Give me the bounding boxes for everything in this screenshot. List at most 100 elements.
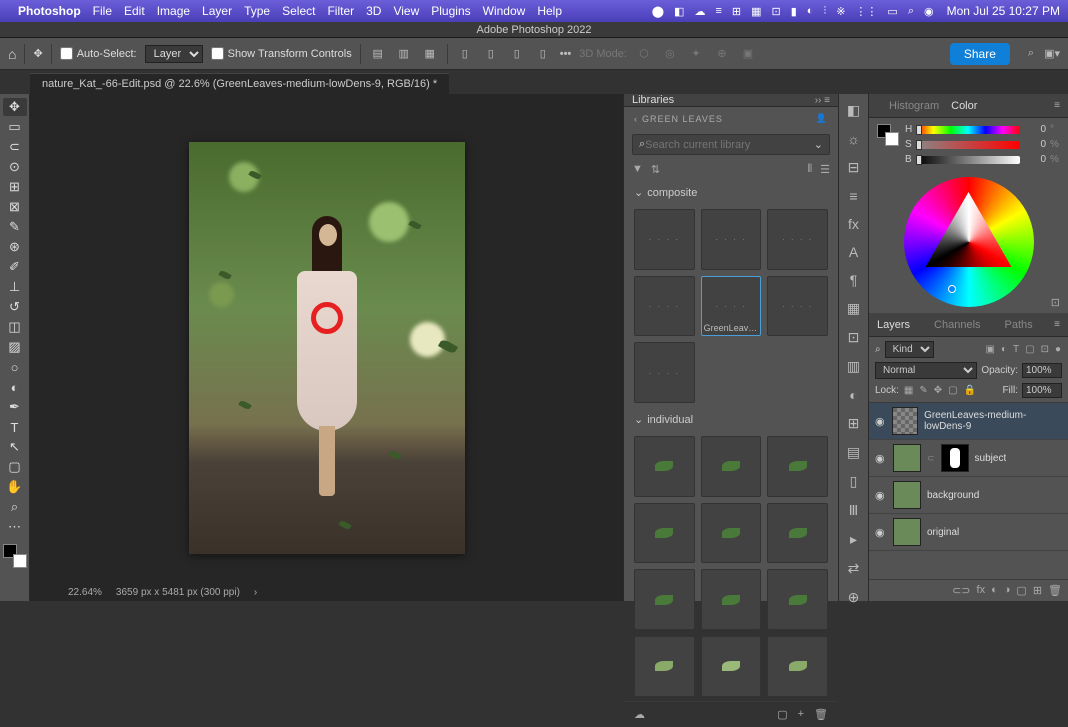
wifi-icon[interactable]: ⋮⋮ <box>855 5 877 18</box>
zoom-tool[interactable]: ⌕ <box>3 498 27 516</box>
library-item[interactable] <box>701 636 762 697</box>
library-item[interactable] <box>701 436 762 497</box>
layer-row[interactable]: ◉ original <box>869 514 1068 551</box>
crop-tool[interactable]: ⊞ <box>3 178 27 196</box>
layer-thumb[interactable] <box>893 481 921 509</box>
align-right-icon[interactable]: ▦ <box>422 46 438 62</box>
lock-all-icon[interactable]: 🔒 <box>964 385 976 396</box>
layer-thumb[interactable] <box>892 407 918 435</box>
panel-menu-icon[interactable]: ≡ <box>1054 319 1060 330</box>
panel-icon[interactable]: ☼ <box>847 131 860 147</box>
blend-mode-dropdown[interactable]: Normal <box>875 362 977 379</box>
libraries-breadcrumb[interactable]: ‹ GREEN LEAVES 👤 <box>624 107 838 130</box>
menu-file[interactable]: File <box>93 4 112 18</box>
filter-icon[interactable]: ▼ <box>632 163 643 176</box>
control-center-icon[interactable]: ◉ <box>924 5 934 18</box>
lock-artboard-icon[interactable]: ▢ <box>948 385 957 396</box>
library-item[interactable] <box>634 209 695 270</box>
library-item[interactable] <box>767 569 828 630</box>
visibility-icon[interactable]: ◉ <box>875 489 887 502</box>
distribute-icon[interactable]: ▯ <box>457 46 473 62</box>
panel-icon[interactable]: ¶ <box>850 272 858 288</box>
hand-tool[interactable]: ✋ <box>3 478 27 496</box>
zoom-level[interactable]: 22.64% <box>68 587 102 598</box>
layer-filter-dropdown[interactable]: Kind <box>885 341 934 358</box>
cloud-icon[interactable]: ☁ <box>634 708 645 721</box>
shape-tool[interactable]: ▢ <box>3 458 27 476</box>
gradient-tool[interactable]: ▨ <box>3 338 27 356</box>
tab-layers[interactable]: Layers <box>877 319 910 331</box>
visibility-icon[interactable]: ◉ <box>875 526 887 539</box>
status-icon[interactable]: ⬤ <box>652 5 664 18</box>
clone-tool[interactable]: ⊥ <box>3 278 27 296</box>
group-composite-header[interactable]: ⌄composite <box>624 180 838 205</box>
more-icon[interactable]: ••• <box>560 48 572 60</box>
library-item[interactable] <box>634 436 695 497</box>
tab-libraries[interactable]: Libraries <box>632 94 674 106</box>
visibility-icon[interactable]: ◉ <box>875 452 887 465</box>
group-icon[interactable]: ▢ <box>1016 584 1026 597</box>
share-button[interactable]: Share <box>950 43 1010 65</box>
status-icon[interactable]: ⌕ <box>908 5 914 18</box>
menu-type[interactable]: Type <box>244 4 270 18</box>
marquee-tool[interactable]: ▭ <box>3 118 27 136</box>
add-icon[interactable]: + <box>798 708 804 721</box>
library-item[interactable] <box>767 436 828 497</box>
library-item[interactable]: GreenLeaves-... <box>701 276 762 337</box>
menu-edit[interactable]: Edit <box>124 4 145 18</box>
frame-tool[interactable]: ⊠ <box>3 198 27 216</box>
status-icon[interactable]: ≡ <box>715 5 721 17</box>
trash-icon[interactable]: 🗑 <box>814 708 828 721</box>
tab-histogram[interactable]: Histogram <box>889 100 939 112</box>
status-icon[interactable]: ⫶ <box>823 5 826 18</box>
filter-smart-icon[interactable]: ⊡ <box>1041 344 1049 355</box>
status-icon[interactable]: ☁ <box>694 5 705 18</box>
layer-row[interactable]: ◉ background <box>869 477 1068 514</box>
align-center-icon[interactable]: ▥ <box>396 46 412 62</box>
move-tool[interactable]: ✥ <box>3 98 27 116</box>
status-icon[interactable]: ※ <box>836 5 845 18</box>
panel-menu-icon[interactable]: ≡ <box>1054 100 1060 111</box>
healing-tool[interactable]: ⊛ <box>3 238 27 256</box>
invite-icon[interactable]: 👤 <box>816 113 828 124</box>
tab-channels[interactable]: Channels <box>934 319 980 331</box>
filter-pixel-icon[interactable]: ▣ <box>986 344 995 355</box>
panel-icon[interactable]: ▸ <box>850 531 857 548</box>
visibility-icon[interactable]: ◉ <box>875 415 886 428</box>
panel-icon[interactable]: ⊡ <box>848 329 860 346</box>
lock-pixel-icon[interactable]: ✎ <box>919 385 927 396</box>
brush-tool[interactable]: ✐ <box>3 258 27 276</box>
expand-icon[interactable]: ⊡ <box>1051 296 1060 309</box>
group-icon[interactable]: ⫴ <box>808 163 813 176</box>
menu-layer[interactable]: Layer <box>202 4 232 18</box>
color-wheel[interactable] <box>904 177 1034 307</box>
status-chevron-icon[interactable]: › <box>254 587 257 598</box>
document-tab[interactable]: nature_Kat_-66-Edit.psd @ 22.6% (GreenLe… <box>30 73 449 94</box>
tab-color[interactable]: Color <box>951 100 977 112</box>
mask-icon[interactable]: ◐ <box>991 584 998 597</box>
panel-icon[interactable]: ◧ <box>847 102 860 119</box>
chevron-down-icon[interactable]: ⌄ <box>814 138 823 151</box>
lasso-tool[interactable]: ⊂ <box>3 138 27 156</box>
status-icon[interactable]: ◧ <box>674 5 684 18</box>
library-item[interactable] <box>767 209 828 270</box>
fill-input[interactable] <box>1022 383 1062 398</box>
library-item[interactable] <box>634 342 695 403</box>
status-icon[interactable]: ▦ <box>751 5 761 18</box>
new-layer-icon[interactable]: ⊞ <box>1033 584 1042 597</box>
menu-image[interactable]: Image <box>157 4 190 18</box>
menu-view[interactable]: View <box>393 4 419 18</box>
library-item[interactable] <box>634 276 695 337</box>
adjustment-icon[interactable]: ◑ <box>1004 584 1011 597</box>
distribute-icon[interactable]: ▯ <box>483 46 499 62</box>
home-icon[interactable]: ⌂ <box>8 46 16 62</box>
status-icon[interactable]: ◐ <box>807 5 814 17</box>
type-tool[interactable]: T <box>3 418 27 436</box>
panel-icon[interactable]: ⊕ <box>848 589 860 606</box>
panel-icon[interactable]: Ⅲ <box>849 502 859 519</box>
lock-transparent-icon[interactable]: ▦ <box>904 385 913 396</box>
status-icon[interactable]: ⊞ <box>732 5 741 18</box>
library-item[interactable] <box>634 636 695 697</box>
menu-filter[interactable]: Filter <box>327 4 354 18</box>
canvas[interactable]: 22.64% 3659 px x 5481 px (300 ppi) › <box>30 94 623 601</box>
